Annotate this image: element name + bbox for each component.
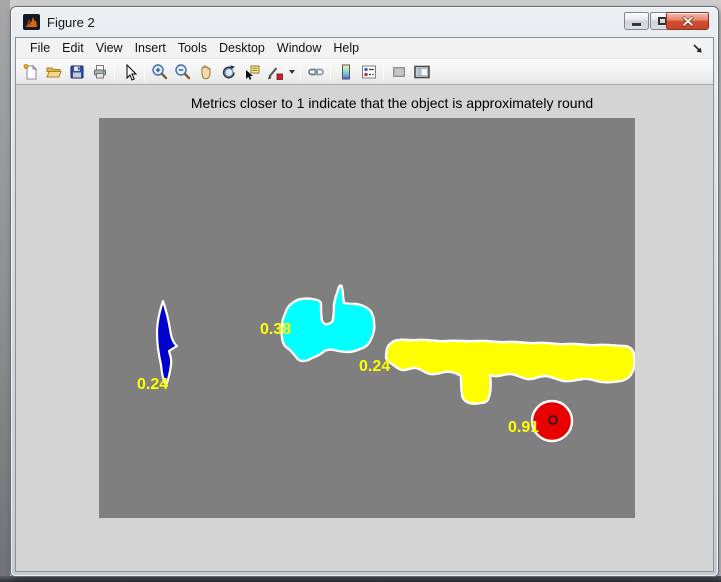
menu-bar: File Edit View Insert Tools Desktop Wind… [16, 38, 713, 59]
brush-data-icon [266, 63, 284, 81]
metric-label-cyan: 0.38 [260, 321, 291, 338]
rotate-3d-button[interactable] [217, 61, 240, 83]
cyan-blob-shape [282, 286, 375, 361]
new-figure-button[interactable] [19, 61, 42, 83]
axes-title: Metrics closer to 1 indicate that the ob… [124, 95, 660, 111]
link-plot-icon [307, 63, 325, 81]
insert-legend-button[interactable] [357, 61, 380, 83]
pointer-icon [121, 63, 139, 81]
minimize-icon [632, 23, 641, 26]
menu-insert[interactable]: Insert [129, 39, 172, 57]
pan-icon [197, 63, 215, 81]
menu-edit[interactable]: Edit [56, 39, 90, 57]
pan-button[interactable] [194, 61, 217, 83]
data-cursor-button[interactable] [240, 61, 263, 83]
print-figure-button[interactable] [88, 61, 111, 83]
rotate-3d-icon [220, 63, 238, 81]
zoom-out-icon [174, 63, 192, 81]
show-plot-tools-icon [413, 63, 431, 81]
brush-data-button[interactable] [263, 61, 286, 83]
yellow-bar-shape [386, 340, 635, 404]
insert-colorbar-icon [337, 63, 355, 81]
data-cursor-icon [243, 63, 261, 81]
window-title: Figure 2 [47, 15, 95, 30]
toolbar-separator [144, 62, 145, 81]
segmentation-overlay: 0.24 0.38 0.24 0.91 [99, 118, 635, 518]
zoom-in-button[interactable] [148, 61, 171, 83]
zoom-out-button[interactable] [171, 61, 194, 83]
menu-desktop[interactable]: Desktop [213, 39, 271, 57]
hide-plot-tools-icon [390, 63, 408, 81]
metric-label-yellow: 0.24 [359, 358, 390, 375]
background-left-strip [0, 0, 10, 582]
toolbar-separator [114, 62, 115, 81]
menu-window[interactable]: Window [271, 39, 327, 57]
insert-legend-icon [360, 63, 378, 81]
open-file-button[interactable] [42, 61, 65, 83]
new-figure-icon [22, 63, 40, 81]
menu-view[interactable]: View [90, 39, 129, 57]
brush-dropdown-button[interactable] [286, 61, 297, 83]
metric-label-red: 0.91 [508, 419, 539, 436]
chevron-down-icon [289, 70, 295, 74]
minimize-button[interactable] [624, 12, 649, 30]
link-plot-button[interactable] [304, 61, 327, 83]
menu-tools[interactable]: Tools [172, 39, 213, 57]
metric-label-blue: 0.24 [137, 376, 168, 393]
pointer-button[interactable] [118, 61, 141, 83]
dock-figure-button[interactable] [689, 40, 705, 56]
close-icon [682, 16, 694, 27]
toolbar-separator [383, 62, 384, 81]
segmented-image-canvas: 0.24 0.38 0.24 0.91 [99, 118, 635, 518]
open-file-icon [45, 63, 63, 81]
matlab-logo-icon [23, 14, 40, 30]
figure-client-area: File Edit View Insert Tools Desktop Wind… [15, 37, 714, 572]
figure-window: Figure 2 File Edit View Insert Tools Des… [10, 6, 719, 577]
hide-plot-tools-button[interactable] [387, 61, 410, 83]
title-bar[interactable]: Figure 2 [11, 7, 718, 37]
show-plot-tools-button[interactable] [410, 61, 433, 83]
save-figure-icon [68, 63, 86, 81]
zoom-in-icon [151, 63, 169, 81]
toolbar-separator [330, 62, 331, 81]
save-figure-button[interactable] [65, 61, 88, 83]
toolbar-separator [300, 62, 301, 81]
insert-colorbar-button[interactable] [334, 61, 357, 83]
menu-file[interactable]: File [24, 39, 56, 57]
menu-help[interactable]: Help [327, 39, 365, 57]
blue-sliver-shape [157, 301, 177, 385]
print-figure-icon [91, 63, 109, 81]
close-button[interactable] [666, 12, 709, 30]
dock-arrow-icon [692, 43, 703, 54]
figure-toolbar [16, 59, 713, 85]
